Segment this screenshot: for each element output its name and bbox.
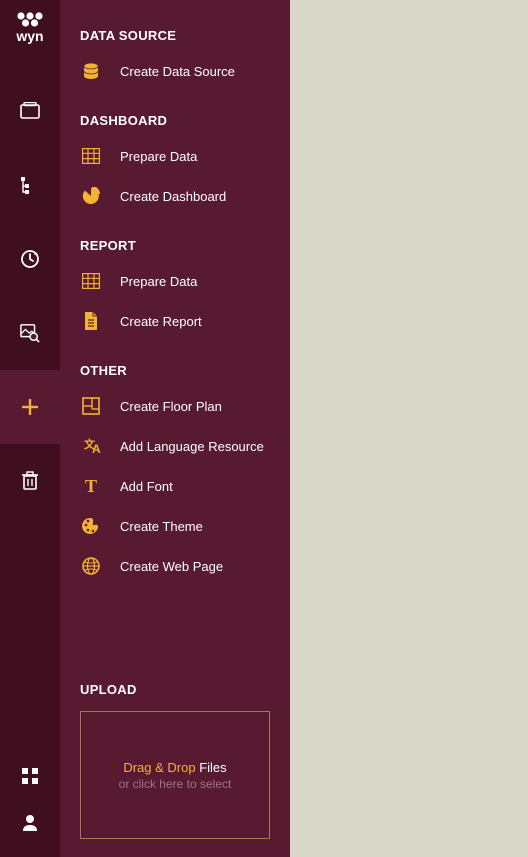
piechart-icon xyxy=(80,185,102,207)
menu-label: Create Dashboard xyxy=(120,189,226,204)
section-header-dashboard: DASHBOARD xyxy=(60,105,290,136)
menu-label: Create Report xyxy=(120,314,202,329)
nav-rail: wyn xyxy=(0,0,60,857)
menu-label: Create Web Page xyxy=(120,559,223,574)
trash-icon xyxy=(20,471,40,491)
svg-text:A: A xyxy=(92,442,101,455)
user-icon xyxy=(20,812,40,832)
app-logo: wyn xyxy=(10,8,50,48)
menu-label: Create Theme xyxy=(120,519,203,534)
font-icon: T xyxy=(80,475,102,497)
menu-label: Create Data Source xyxy=(120,64,235,79)
rail-categories[interactable] xyxy=(0,74,60,148)
upload-dropzone[interactable]: Drag & Drop Files or click here to selec… xyxy=(80,711,270,839)
rail-trash[interactable] xyxy=(0,444,60,518)
translate-icon: 文A xyxy=(80,435,102,457)
dropzone-rest: Files xyxy=(196,760,227,775)
menu-label: Prepare Data xyxy=(120,274,197,289)
section-header-upload: UPLOAD xyxy=(80,682,270,697)
rail-apps[interactable] xyxy=(0,753,60,799)
rail-refresh[interactable] xyxy=(0,222,60,296)
refresh-icon xyxy=(20,249,40,269)
create-data-source[interactable]: Create Data Source xyxy=(60,51,290,91)
create-report[interactable]: Create Report xyxy=(60,301,290,341)
svg-text:wyn: wyn xyxy=(15,28,43,44)
dropzone-line2: or click here to select xyxy=(119,777,232,791)
section-header-datasource: DATA SOURCE xyxy=(60,20,290,51)
menu-label: Prepare Data xyxy=(120,149,197,164)
menu-label: Add Font xyxy=(120,479,173,494)
rail-hierarchy[interactable] xyxy=(0,148,60,222)
hierarchy-icon xyxy=(20,175,40,195)
rail-images[interactable] xyxy=(0,296,60,370)
create-theme[interactable]: Create Theme xyxy=(60,506,290,546)
rail-user[interactable] xyxy=(0,799,60,845)
menu-label: Add Language Resource xyxy=(120,439,264,454)
dropzone-line1: Drag & Drop Files xyxy=(123,760,226,775)
add-font[interactable]: T Add Font xyxy=(60,466,290,506)
create-web-page[interactable]: Create Web Page xyxy=(60,546,290,586)
apps-icon xyxy=(20,766,40,786)
section-header-report: REPORT xyxy=(60,230,290,261)
document-icon xyxy=(80,310,102,332)
menu-label: Create Floor Plan xyxy=(120,399,222,414)
grid-icon xyxy=(80,145,102,167)
create-panel: DATA SOURCE Create Data Source DASHBOARD… xyxy=(60,0,290,857)
section-header-other: OTHER xyxy=(60,355,290,386)
image-search-icon xyxy=(20,323,40,343)
rail-add[interactable] xyxy=(0,370,60,444)
create-floor-plan[interactable]: Create Floor Plan xyxy=(60,386,290,426)
categories-icon xyxy=(20,101,40,121)
create-dashboard[interactable]: Create Dashboard xyxy=(60,176,290,216)
database-icon xyxy=(80,60,102,82)
grid-icon xyxy=(80,270,102,292)
palette-icon xyxy=(80,515,102,537)
add-language-resource[interactable]: 文A Add Language Resource xyxy=(60,426,290,466)
svg-text:T: T xyxy=(85,477,97,495)
dropzone-accent: Drag & Drop xyxy=(123,760,195,775)
floorplan-icon xyxy=(80,395,102,417)
add-icon xyxy=(20,397,40,417)
dashboard-prepare-data[interactable]: Prepare Data xyxy=(60,136,290,176)
globe-icon xyxy=(80,555,102,577)
report-prepare-data[interactable]: Prepare Data xyxy=(60,261,290,301)
